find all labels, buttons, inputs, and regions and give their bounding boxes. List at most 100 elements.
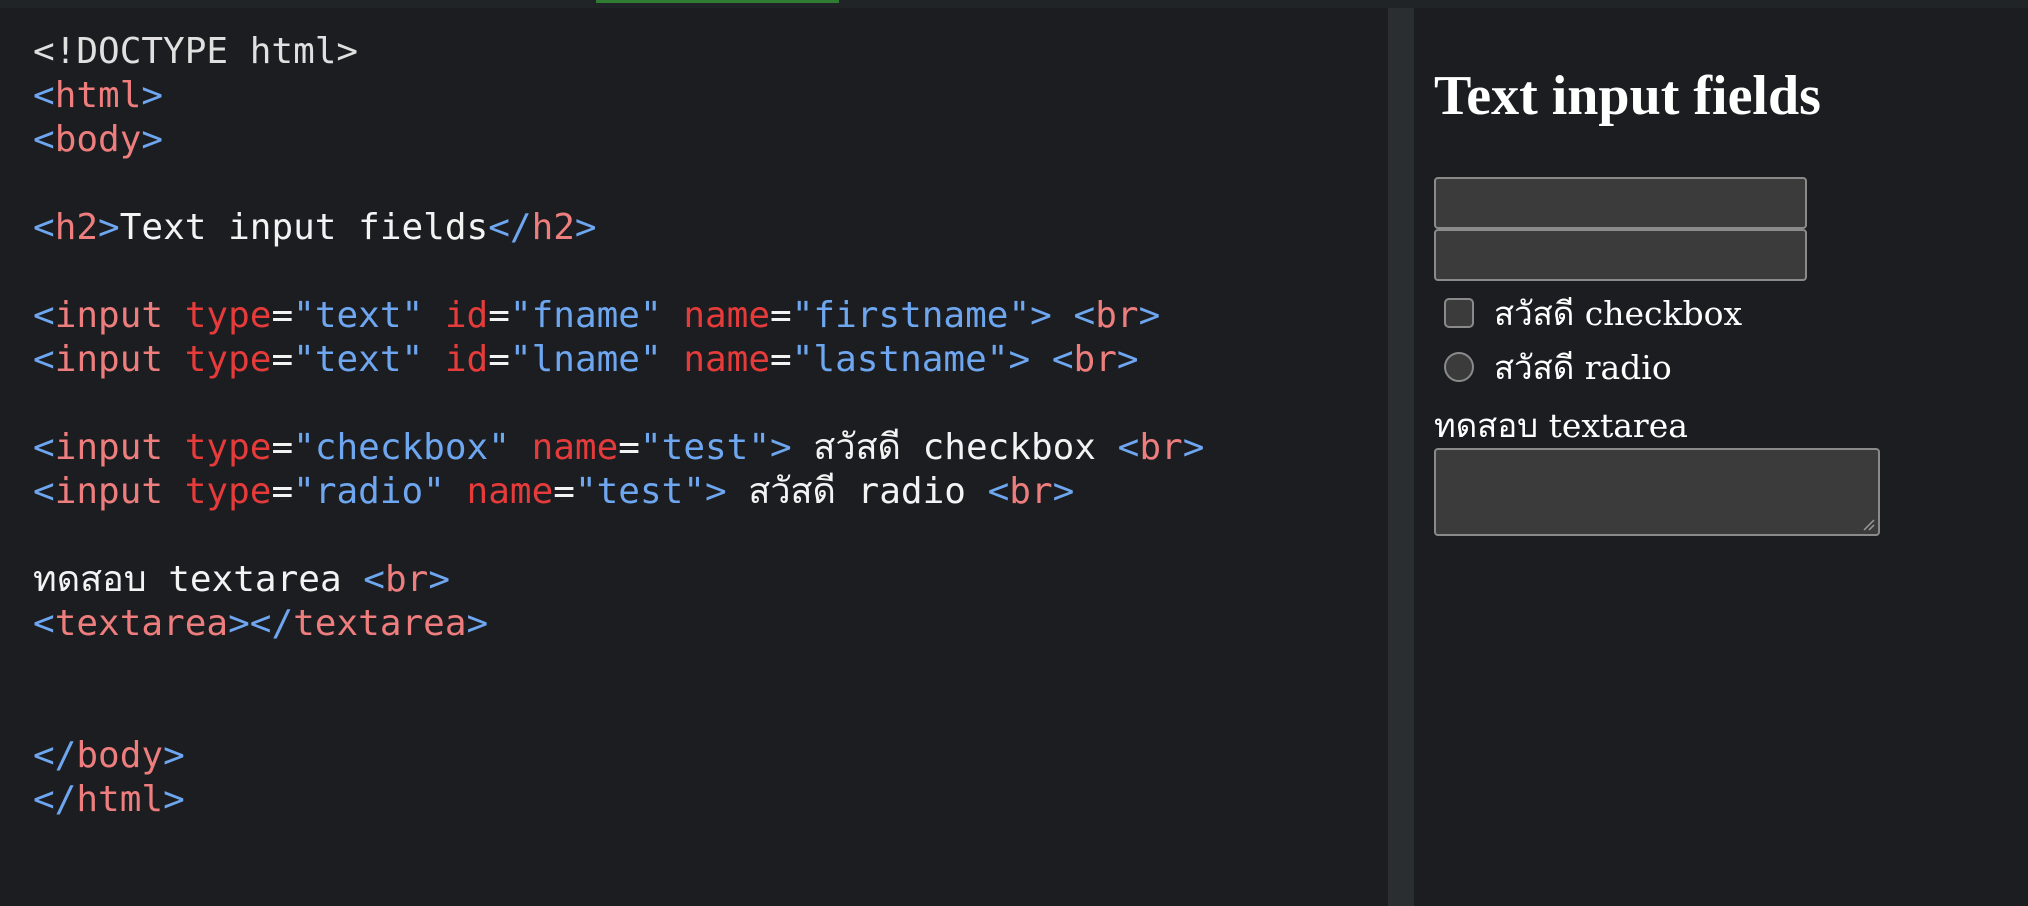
code-bracket: < [33,295,55,336]
code-attr-value: "checkbox" [293,427,510,468]
code-tag-name: h2 [54,207,99,248]
code-bracket: < [33,339,55,380]
code-tag-name: br [1139,427,1183,468]
code-bracket: > [228,603,250,644]
checkbox-label: สวัสดี checkbox [1494,293,1743,333]
code-text: Text input fields [119,207,489,248]
code-line: <html> [33,74,1204,118]
code-editor[interactable]: <!DOCTYPE html> <html> <body> <h2>Text inpu… [0,8,1388,906]
code-bracket: </ [33,779,77,820]
pane-divider[interactable] [1388,8,1414,906]
code-attr-name: id [444,295,489,336]
code-bracket: < [987,471,1010,512]
code-tag-name: body [54,119,142,160]
code-line: </html> [33,778,1204,822]
code-attr-value: "radio" [293,471,445,512]
resize-handle-icon[interactable] [1861,517,1875,531]
code-attr-value: "test" [639,427,771,468]
code-text: ทดสอบ textarea [33,559,364,600]
code-line: <body> [33,118,1204,162]
code-equals: = [271,471,294,512]
code-bracket: > [141,119,164,160]
code-bracket: > [574,207,597,248]
test-radio[interactable] [1444,352,1474,382]
code-tag-name: br [1073,339,1117,380]
code-equals: = [271,295,294,336]
code-bracket: < [33,603,55,644]
code-attr-value: "text" [293,339,424,380]
code-bracket: > [163,779,185,820]
code-line: <textarea></textarea> [33,602,1204,646]
code-tag-name: input [54,427,164,468]
textarea-field[interactable] [1434,448,1880,536]
code-attr-name: type [184,339,272,380]
code-tag-name: body [76,735,164,776]
code-attr-value: "test" [574,471,705,512]
radio-row: สวัสดี radio [1434,345,1672,389]
code-attr-name: name [683,295,771,336]
code-line: <input type="checkbox" name="test"> สวัส… [33,426,1204,470]
code-bracket: > [1008,339,1031,380]
code-line: <h2>Text input fields</h2> [33,206,1204,250]
code-text: สวัสดี radio [726,471,988,512]
code-tag-name: textarea [293,603,467,644]
test-checkbox[interactable] [1444,298,1474,328]
code-bracket: > [428,559,451,600]
code-bracket: > [704,471,727,512]
code-bracket: < [33,75,55,116]
code-tag-name: input [54,471,164,512]
code-content[interactable]: <!DOCTYPE html> <html> <body> <h2>Text inpu… [33,30,1204,822]
code-equals: = [271,339,294,380]
code-line: <input type="radio" name="test"> สวัสดี … [33,470,1204,514]
code-line: ทดสอบ textarea <br> [33,558,1204,602]
preview-title: Text input fields [1434,65,1821,127]
code-line: <!DOCTYPE html> [33,30,1204,74]
code-tag-name: input [54,295,164,336]
code-equals: = [271,427,294,468]
code-attr-name: id [444,339,489,380]
code-bracket: > [141,75,164,116]
lastname-input[interactable] [1434,229,1807,281]
code-attr-name: name [466,471,554,512]
code-equals: = [770,295,792,336]
code-bracket: </ [33,735,77,776]
code-tag-name: html [54,75,142,116]
code-attr-value: "fname" [509,295,662,336]
code-bracket: < [363,559,385,600]
code-attr-name: type [184,295,272,336]
code-bracket: > [770,427,792,468]
code-tag-name: br [384,559,429,600]
preview-pane: Text input fields สวัสดี checkbox สวัสดี… [1414,8,2028,906]
code-bracket: < [33,427,55,468]
code-equals: = [618,427,640,468]
code-line: <input type="text" id="fname" name="firs… [33,294,1204,338]
code-bracket: > [98,207,120,248]
code-bracket: > [1182,427,1205,468]
code-equals: = [488,295,510,336]
code-attr-name: type [184,471,272,512]
code-equals: = [770,339,792,380]
code-bracket: < [33,207,55,248]
code-equals: = [488,339,510,380]
code-tag-name: input [54,339,164,380]
code-bracket: > [1138,295,1161,336]
code-attr-name: type [184,427,272,468]
code-attr-name: name [531,427,619,468]
code-text: สวัสดี checkbox [791,427,1118,468]
firstname-input[interactable] [1434,177,1807,229]
